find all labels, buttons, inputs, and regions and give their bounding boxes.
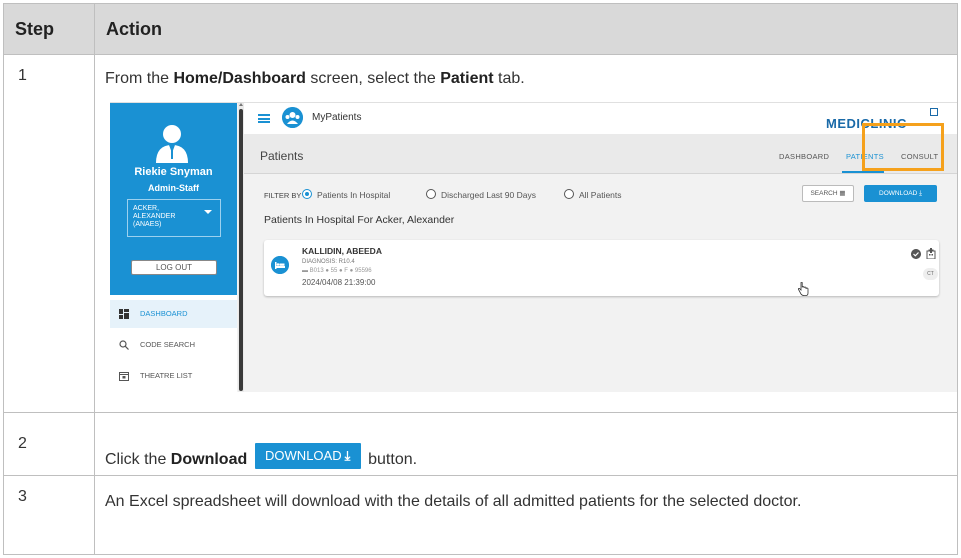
patient-meta: ▬ B013 ● 55 ● F ● 95596 xyxy=(302,268,372,274)
instructions-table: Step Action 1 From the Home/Dashboard sc… xyxy=(3,3,958,555)
download-button-label: DOWNLOAD xyxy=(265,448,342,463)
check-circle-icon xyxy=(911,249,921,259)
page-title: Patients xyxy=(260,149,304,163)
radio-label: Discharged Last 90 Days xyxy=(441,190,536,200)
doctor-select[interactable]: ACKER, ALEXANDER (ANAES) xyxy=(127,199,221,237)
user-role: Admin-Staff xyxy=(148,183,199,193)
patient-card[interactable]: KALLIDIN, ABEEDA DIAGNOSIS: R10.4 ▬ B013… xyxy=(264,240,939,296)
sidebar-item-label: DASHBOARD xyxy=(140,309,188,318)
main-content: MyPatients MEDICLINIC Patients DASHBOARD… xyxy=(244,103,957,392)
step-column-header: Step xyxy=(3,3,95,55)
bed-icon xyxy=(271,256,289,274)
active-tab-indicator xyxy=(842,171,884,173)
step-instruction: Click the Download DOWNLOAD ⤓ button. xyxy=(105,431,957,470)
sidebar-item-label: THEATRE LIST xyxy=(140,371,193,380)
ct-badge[interactable]: CT xyxy=(923,268,938,280)
user-avatar-icon xyxy=(156,125,188,163)
sidebar-profile-panel: Riekie Snyman Admin-Staff ACKER, ALEXAND… xyxy=(110,103,237,295)
table-row: 1 From the Home/Dashboard screen, select… xyxy=(3,54,958,413)
doctor-select-line: (ANAES) xyxy=(133,221,162,228)
patient-name: KALLIDIN, ABEEDA xyxy=(302,246,382,256)
patient-diagnosis: DIAGNOSIS: R10.4 xyxy=(302,259,355,265)
action-cell: From the Home/Dashboard screen, select t… xyxy=(94,54,958,413)
hospital-icon xyxy=(926,248,936,259)
highlight-box xyxy=(862,123,944,171)
doctor-select-line: ALEXANDER xyxy=(133,213,176,220)
scrollbar-thumb[interactable] xyxy=(239,109,243,391)
sidebar-item-theatre-list[interactable]: THEATRE LIST xyxy=(110,362,237,390)
sidebar: Riekie Snyman Admin-Staff ACKER, ALEXAND… xyxy=(110,103,237,392)
hand-cursor-icon xyxy=(797,282,809,296)
radio-all-patients[interactable] xyxy=(564,189,574,199)
action-cell: Click the Download DOWNLOAD ⤓ button. xyxy=(94,412,958,476)
download-button-illustration: DOWNLOAD ⤓ xyxy=(254,443,361,469)
search-icon: ▦ xyxy=(839,190,846,197)
table-row: 3 An Excel spreadsheet will download wit… xyxy=(3,475,958,555)
download-icon: ⤓ xyxy=(919,190,922,197)
action-column-header: Action xyxy=(94,3,958,55)
search-button[interactable]: SEARCH ▦ xyxy=(802,185,854,202)
scroll-up-icon[interactable] xyxy=(239,103,243,106)
search-button-label: SEARCH xyxy=(810,190,838,197)
chevron-down-icon xyxy=(204,210,212,214)
filter-label: FILTER BY xyxy=(264,191,302,200)
step-instruction: An Excel spreadsheet will download with … xyxy=(105,493,802,510)
download-button[interactable]: DOWNLOAD ⤓ xyxy=(864,185,937,202)
list-header: Patients In Hospital For Acker, Alexande… xyxy=(264,214,455,226)
download-icon: ⤓ xyxy=(344,448,351,463)
table-row: 2 Click the Download DOWNLOAD ⤓ button. xyxy=(3,412,958,476)
radio-label: All Patients xyxy=(579,190,622,200)
action-cell: An Excel spreadsheet will download with … xyxy=(94,475,958,555)
sidebar-item-label: CODE SEARCH xyxy=(140,340,196,349)
step-number: 2 xyxy=(3,412,95,476)
app-title: MyPatients xyxy=(312,112,362,123)
page-header-bar: Patients DASHBOARD PATIENTS CONSULT xyxy=(244,134,957,174)
step-instruction: From the Home/Dashboard screen, select t… xyxy=(105,70,525,87)
external-link-icon[interactable] xyxy=(930,108,938,116)
sidebar-item-code-search[interactable]: CODE SEARCH xyxy=(110,331,237,359)
logout-button[interactable]: LOG OUT xyxy=(131,260,217,275)
calendar-icon xyxy=(119,372,129,381)
table-header-row: Step Action xyxy=(3,3,958,55)
app-logo-icon xyxy=(282,107,303,128)
sidebar-item-dashboard[interactable]: DASHBOARD xyxy=(110,300,237,328)
tab-dashboard[interactable]: DASHBOARD xyxy=(779,152,829,161)
admission-datetime: 2024/04/08 21:39:00 xyxy=(302,278,376,287)
bed-icon: ▬ xyxy=(302,268,308,274)
download-button-label: DOWNLOAD xyxy=(879,190,918,197)
app-screenshot: Riekie Snyman Admin-Staff ACKER, ALEXAND… xyxy=(110,102,957,392)
dashboard-icon xyxy=(119,309,129,319)
step-number: 3 xyxy=(3,475,95,555)
search-icon xyxy=(119,340,129,350)
radio-label: Patients In Hospital xyxy=(317,190,391,200)
step-number: 1 xyxy=(3,54,95,413)
hamburger-menu-icon[interactable] xyxy=(258,114,270,123)
user-name: Riekie Snyman xyxy=(134,166,213,178)
patient-meta-text: B013 ● 55 ● F ● 95596 xyxy=(309,268,372,274)
radio-patients-in-hospital[interactable] xyxy=(302,189,312,199)
app-bar: MyPatients MEDICLINIC xyxy=(244,103,957,134)
radio-discharged-last-90-days[interactable] xyxy=(426,189,436,199)
